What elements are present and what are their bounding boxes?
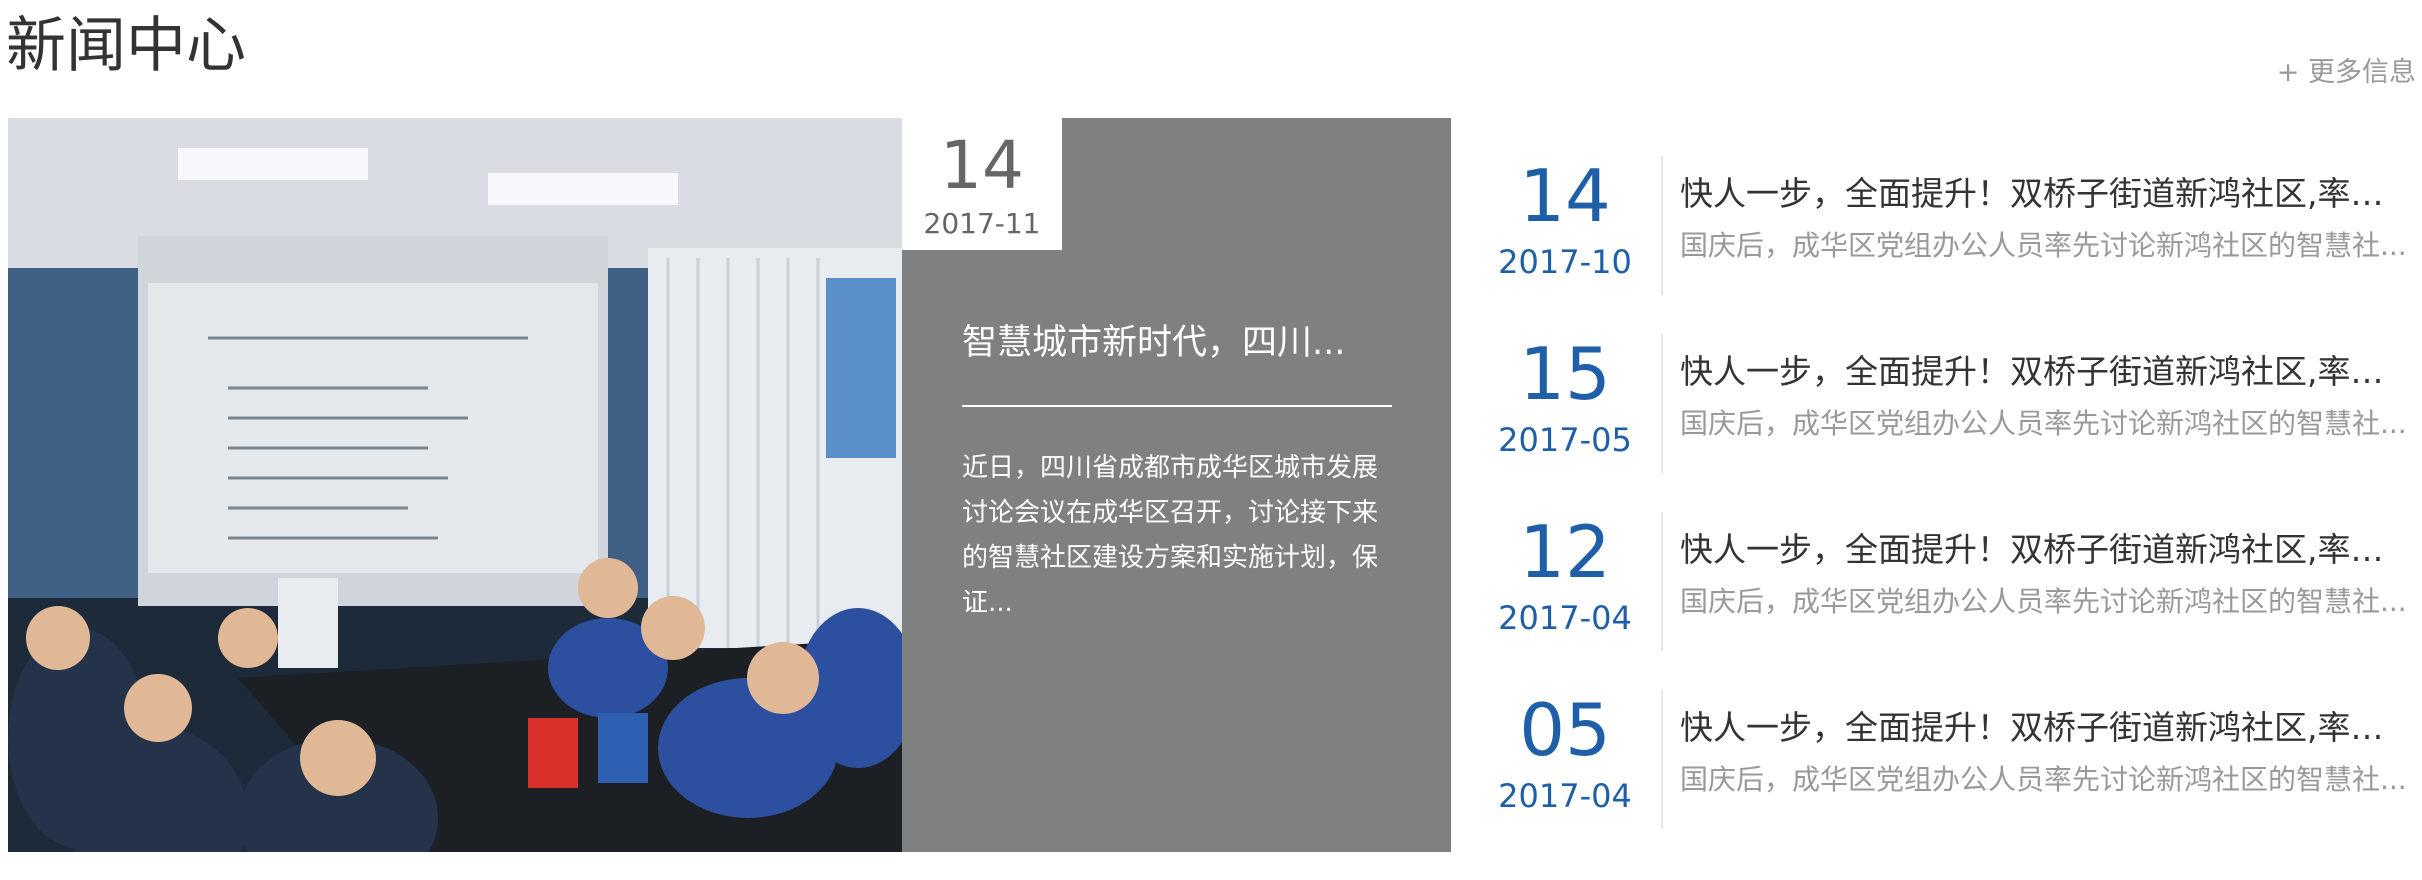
- news-date: 14 2017-10: [1490, 156, 1640, 282]
- news-item[interactable]: 05 2017-04 快人一步，全面提升！双桥子街道新鸿社区,率先... 国庆后…: [1490, 690, 2412, 829]
- news-item[interactable]: 15 2017-05 快人一步，全面提升！双桥子街道新鸿社区,率先... 国庆后…: [1490, 334, 2412, 473]
- news-divider: [1661, 512, 1663, 651]
- news-year-month: 2017-10: [1498, 243, 1632, 281]
- news-day: 14: [1519, 154, 1611, 238]
- news-title[interactable]: 快人一步，全面提升！双桥子街道新鸿社区,率先...: [1680, 530, 2410, 570]
- news-title[interactable]: 快人一步，全面提升！双桥子街道新鸿社区,率先...: [1680, 352, 2410, 392]
- news-date: 12 2017-04: [1490, 512, 1640, 638]
- news-year-month: 2017-04: [1498, 599, 1632, 637]
- more-info-link[interactable]: + 更多信息: [2277, 50, 2416, 89]
- news-description: 国庆后，成华区党组办公人员率先讨论新鸿社区的智慧社...: [1680, 407, 2407, 440]
- news-date: 05 2017-04: [1490, 690, 1640, 816]
- featured-title[interactable]: 智慧城市新时代，四川...: [962, 314, 1392, 365]
- news-title[interactable]: 快人一步，全面提升！双桥子街道新鸿社区,率先...: [1680, 174, 2410, 214]
- news-description: 国庆后，成华区党组办公人员率先讨论新鸿社区的智慧社...: [1680, 585, 2407, 618]
- featured-news-panel: 14 2017-11 智慧城市新时代，四川... 近日，四川省成都市成华区城市发…: [902, 118, 1451, 852]
- featured-description: 近日，四川省成都市成华区城市发展讨论会议在成华区召开，讨论接下来的智慧社区建设方…: [962, 453, 1379, 618]
- section-title: 新闻中心: [6, 11, 246, 81]
- news-day: 15: [1519, 332, 1611, 416]
- news-item[interactable]: 14 2017-10 快人一步，全面提升！双桥子街道新鸿社区,率先... 国庆后…: [1490, 156, 2412, 295]
- news-year-month: 2017-04: [1498, 777, 1632, 815]
- news-divider: [1661, 334, 1663, 473]
- news-day: 05: [1519, 688, 1611, 772]
- news-title[interactable]: 快人一步，全面提升！双桥子街道新鸿社区,率先...: [1680, 708, 2410, 748]
- featured-year-month: 2017-11: [923, 207, 1041, 240]
- news-date: 15 2017-05: [1490, 334, 1640, 460]
- featured-day: 14: [940, 127, 1024, 204]
- news-day: 12: [1519, 510, 1611, 594]
- featured-news-photo[interactable]: [8, 118, 902, 852]
- news-description: 国庆后，成华区党组办公人员率先讨论新鸿社区的智慧社...: [1680, 763, 2407, 796]
- news-divider: [1661, 690, 1663, 829]
- news-description: 国庆后，成华区党组办公人员率先讨论新鸿社区的智慧社...: [1680, 229, 2407, 262]
- news-list: 14 2017-10 快人一步，全面提升！双桥子街道新鸿社区,率先... 国庆后…: [1490, 156, 2412, 868]
- featured-date-box: 14 2017-11: [902, 118, 1062, 250]
- news-item[interactable]: 12 2017-04 快人一步，全面提升！双桥子街道新鸿社区,率先... 国庆后…: [1490, 512, 2412, 651]
- featured-divider: [962, 405, 1392, 407]
- news-year-month: 2017-05: [1498, 421, 1632, 459]
- news-divider: [1661, 156, 1663, 295]
- featured-news[interactable]: 14 2017-11 智慧城市新时代，四川... 近日，四川省成都市成华区城市发…: [8, 118, 1451, 852]
